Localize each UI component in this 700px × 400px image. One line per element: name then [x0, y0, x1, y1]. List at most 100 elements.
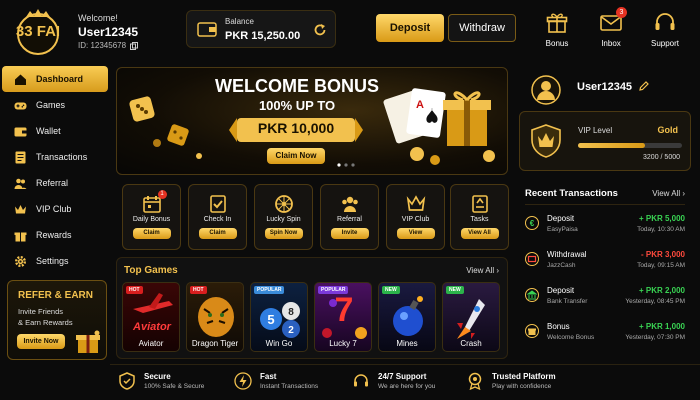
refer-line1: Invite Friends	[18, 307, 64, 316]
sidebar-item-settings[interactable]: Settings	[0, 248, 110, 274]
mail-icon: 3	[598, 7, 627, 36]
feature-secure: Secure 100% Safe & Secure	[118, 370, 228, 396]
bolt-icon	[234, 372, 252, 390]
svg-text:€: €	[530, 219, 535, 228]
sidebar-item-label: VIP Club	[36, 204, 72, 214]
claim-button[interactable]: Claim	[198, 228, 237, 239]
quick-action-label: Tasks	[470, 216, 489, 223]
quick-action-label: Check In	[203, 216, 232, 223]
spin-now-button[interactable]: Spin Now	[264, 228, 303, 239]
game-name: Lucky 7	[329, 339, 357, 348]
game-card-aviator[interactable]: Aviator HOT Aviator	[122, 282, 180, 352]
quick-action-referral[interactable]: Referral Invite	[320, 184, 379, 250]
banner-subtitle: 100% UP TO	[258, 98, 336, 113]
sidebar-item-label: Wallet	[36, 126, 61, 136]
home-icon	[14, 73, 27, 86]
feature-title: 24/7 Support	[378, 372, 427, 381]
game-name: Win Go	[265, 339, 293, 348]
claim-now-button[interactable]: Claim Now	[267, 148, 325, 164]
invite-button[interactable]: Invite	[330, 228, 369, 239]
sidebar-item-rewards[interactable]: Rewards	[0, 222, 110, 248]
feature-title: Secure	[144, 372, 171, 381]
game-card-lucky-7[interactable]: 7 POPULAR Lucky 7	[314, 282, 372, 352]
feature-trusted: Trusted Platform Play with confidence	[466, 370, 586, 396]
copy-icon[interactable]	[130, 41, 139, 50]
refresh-icon[interactable]	[313, 23, 327, 37]
bonus-button[interactable]: Bonus	[537, 10, 577, 48]
sidebar-item-dashboard[interactable]: Dashboard	[2, 66, 108, 92]
support-label: Support	[650, 39, 680, 48]
invite-now-button[interactable]: Invite Now	[17, 334, 65, 349]
game-card-mines[interactable]: NEW Mines	[378, 282, 436, 352]
view-button[interactable]: View	[396, 228, 435, 239]
game-name: Aviator	[138, 339, 164, 348]
game-name: Crash	[460, 339, 482, 348]
games-view-all-link[interactable]: View All ›	[466, 266, 499, 275]
tasks-icon	[470, 194, 490, 214]
welcome-text: Welcome!	[78, 13, 118, 23]
game-card-win-go[interactable]: 5 8 2 POPULAR Win Go	[250, 282, 308, 352]
sidebar-item-wallet[interactable]: Wallet	[0, 118, 110, 144]
sidebar-item-vip-club[interactable]: VIP Club	[0, 196, 110, 222]
quick-action-lucky-spin[interactable]: Lucky Spin Spin Now	[254, 184, 313, 250]
game-card-dragon-tiger[interactable]: HOT Dragon Tiger	[186, 282, 244, 352]
deposit-button[interactable]: Deposit	[376, 14, 444, 42]
transactions-view-all-link[interactable]: View All ›	[652, 189, 685, 198]
hot-badge: HOT	[126, 286, 143, 294]
transaction-method: Welcome Bonus	[547, 334, 595, 341]
calendar-icon: 1	[142, 190, 167, 214]
users-icon	[340, 194, 360, 214]
vip-label: VIP Level	[578, 126, 613, 135]
sidebar-item-transactions[interactable]: Transactions	[0, 144, 110, 170]
edit-icon[interactable]	[639, 81, 649, 91]
quick-action-vip-club[interactable]: VIP Club View	[386, 184, 445, 250]
medal-icon	[466, 372, 484, 390]
sidebar-item-games[interactable]: Games	[0, 92, 110, 118]
claim-button[interactable]: Claim	[132, 228, 171, 239]
welcome-bonus-banner[interactable]: A WELCOME BONUS 100% UP TO PKR 10,000 Cl…	[116, 67, 508, 175]
sidebar-item-label: Referral	[36, 178, 69, 188]
crown-icon	[14, 203, 27, 216]
quick-action-label: Lucky Spin	[266, 216, 301, 223]
support-button[interactable]: Support	[645, 10, 685, 48]
quick-action-check-in[interactable]: Check In Claim	[188, 184, 247, 250]
new-badge: NEW	[382, 286, 400, 294]
feature-subtitle: Play with confidence	[492, 383, 552, 390]
transaction-method: Bank Transfer	[547, 298, 588, 305]
top-games-title: Top Games	[124, 265, 178, 276]
transaction-row[interactable]: Withdrawal JazzCash - PKR 3,000 Today, 0…	[525, 248, 685, 278]
game-card-crash[interactable]: NEW Crash	[442, 282, 500, 352]
quick-action-daily-bonus[interactable]: 1 Daily Bonus Claim	[122, 184, 181, 250]
sidebar-item-label: Settings	[36, 256, 69, 266]
feature-support: 24/7 Support We are here for you	[352, 370, 462, 396]
quick-action-tasks[interactable]: Tasks View All	[450, 184, 509, 250]
view-all-button[interactable]: View All	[460, 228, 499, 239]
quick-action-label: Daily Bonus	[132, 216, 171, 223]
avatar-icon	[531, 75, 561, 105]
header-username: User12345	[78, 25, 139, 39]
banner-amount: PKR 10,000	[257, 120, 335, 136]
transaction-row[interactable]: Deposit Bank Transfer + PKR 2,000 Yester…	[525, 284, 685, 314]
withdraw-button[interactable]: Withdraw	[448, 14, 516, 42]
headset-icon	[352, 372, 370, 390]
inbox-button[interactable]: 3 Inbox	[591, 7, 631, 48]
profile-card: User12345 VIP Level Gold 3200 / 5000	[517, 67, 693, 175]
transaction-row[interactable]: Bonus Welcome Bonus + PKR 1,000 Yesterda…	[525, 320, 685, 350]
sidebar-item-referral[interactable]: Referral	[0, 170, 110, 196]
transaction-name: Withdrawal	[547, 250, 587, 259]
transaction-name: Deposit	[547, 214, 575, 223]
profile-username: User12345	[577, 81, 633, 93]
feature-title: Trusted Platform	[492, 372, 556, 381]
vip-value: Gold	[657, 125, 679, 135]
sidebar: Dashboard Games Wallet Transactions Refe…	[0, 66, 110, 274]
popular-badge: POPULAR	[254, 286, 285, 294]
logo: 33 FAI	[10, 8, 66, 56]
balance-label: Balance	[225, 17, 254, 26]
quick-action-label: VIP Club	[401, 216, 430, 223]
recent-transactions-card: Recent Transactions View All › € Deposit…	[517, 180, 693, 360]
wallet-icon	[197, 20, 217, 38]
transaction-row[interactable]: € Deposit EasyPaisa + PKR 5,000 Today, 1…	[525, 212, 685, 242]
headset-icon	[652, 10, 678, 36]
vip-progress-text: 3200 / 5000	[643, 154, 680, 161]
vip-level-box: VIP Level Gold 3200 / 5000	[519, 111, 691, 171]
